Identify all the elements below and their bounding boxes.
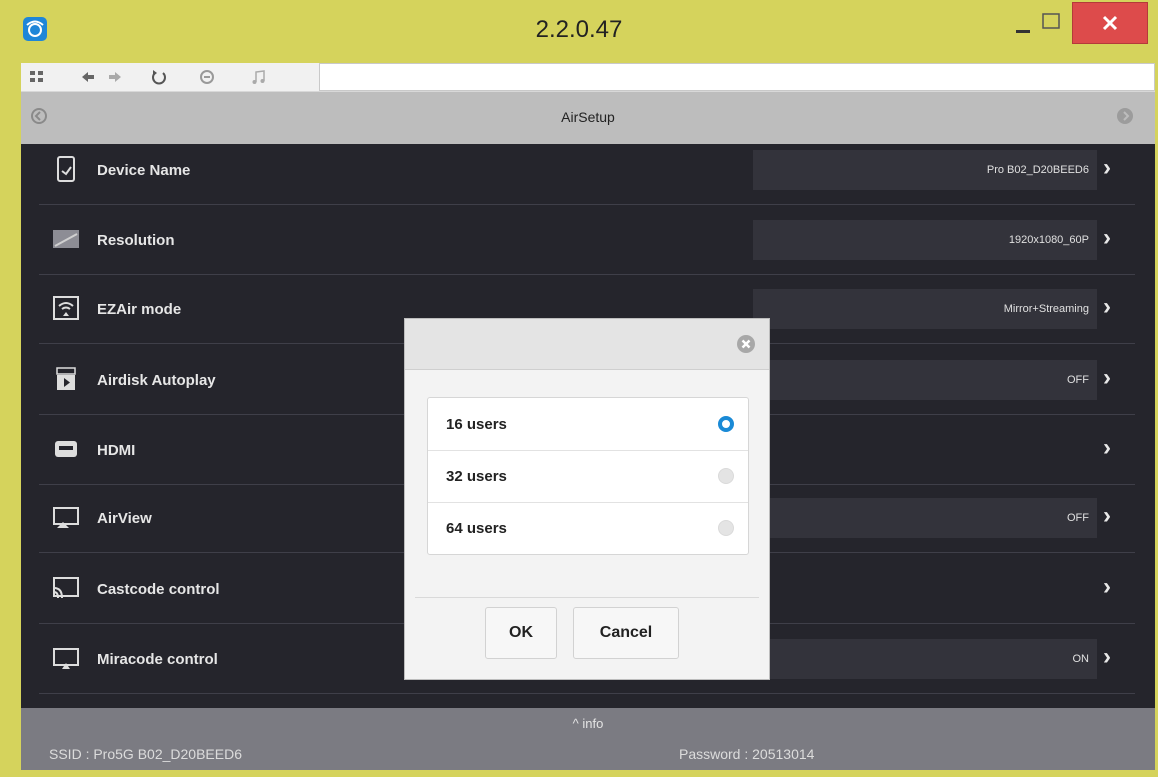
close-circle-icon[interactable] <box>735 333 757 355</box>
toolbar <box>21 63 1155 92</box>
screen-cast-icon <box>53 648 79 669</box>
stop-icon[interactable] <box>197 67 217 87</box>
close-icon <box>1102 15 1118 31</box>
password-text: Password : 20513014 <box>679 746 815 762</box>
music-note-icon[interactable] <box>249 67 269 87</box>
ssid-text: SSID : Pro5G B02_D20BEED6 <box>49 746 242 762</box>
setting-value[interactable]: ON <box>753 639 1097 679</box>
option-32-users[interactable]: 32 users <box>428 450 748 503</box>
option-label: 16 users <box>446 416 507 433</box>
close-window-button[interactable] <box>1072 2 1148 44</box>
users-dialog: 16 users 32 users 64 users OK Cancel <box>404 318 770 680</box>
device-phone-icon <box>57 156 75 182</box>
cancel-button[interactable]: Cancel <box>573 607 679 659</box>
option-64-users[interactable]: 64 users <box>428 502 748 554</box>
setting-label: Castcode control <box>97 581 220 598</box>
setting-label: Miracode control <box>97 651 218 668</box>
forward-arrow-icon[interactable] <box>105 67 125 87</box>
chevron-right-icon: › <box>1103 293 1111 320</box>
airview-icon <box>53 507 79 528</box>
setting-label: Airdisk Autoplay <box>97 372 216 389</box>
divider <box>415 597 759 598</box>
info-toggle[interactable]: ^ info <box>21 716 1155 731</box>
forward-circle-icon[interactable] <box>1113 104 1137 128</box>
grid-menu-icon[interactable] <box>27 67 47 87</box>
monitor-icon <box>53 230 79 248</box>
wifi-screen-icon <box>53 296 79 320</box>
option-16-users[interactable]: 16 users <box>428 398 748 451</box>
chevron-right-icon: › <box>1103 573 1111 600</box>
option-label: 32 users <box>446 468 507 485</box>
app-window: 2.2.0.47 AirSetup Device Name Pro B02_D2… <box>0 0 1158 777</box>
setting-label: Device Name <box>97 162 191 179</box>
maximize-icon[interactable] <box>1037 8 1065 36</box>
option-label: 64 users <box>446 520 507 537</box>
chevron-right-icon: › <box>1103 434 1111 461</box>
user-count-options: 16 users 32 users 64 users <box>427 397 749 555</box>
hdmi-icon <box>55 441 77 457</box>
minimize-icon[interactable] <box>1012 14 1038 40</box>
ok-button[interactable]: OK <box>485 607 557 659</box>
setting-value[interactable]: OFF <box>753 360 1097 400</box>
setting-label: EZAir mode <box>97 301 182 318</box>
refresh-icon[interactable] <box>149 67 169 87</box>
setting-value[interactable]: OFF <box>753 498 1097 538</box>
chevron-right-icon: › <box>1103 502 1111 529</box>
radio-unselected[interactable] <box>718 520 734 536</box>
info-footer: ^ info SSID : Pro5G B02_D20BEED6 Passwor… <box>21 708 1155 770</box>
setting-label: AirView <box>97 510 152 527</box>
radio-selected[interactable] <box>718 416 734 432</box>
dialog-header <box>405 319 769 370</box>
back-arrow-icon[interactable] <box>78 67 98 87</box>
chevron-right-icon: › <box>1103 154 1111 181</box>
play-disk-icon <box>56 367 76 390</box>
url-input[interactable] <box>319 63 1155 91</box>
setting-value[interactable]: Pro B02_D20BEED6 <box>753 150 1097 190</box>
setting-row-device-name[interactable]: Device Name Pro B02_D20BEED6 › <box>39 136 1135 205</box>
setting-value[interactable]: 1920x1080_60P <box>753 220 1097 260</box>
page-title: AirSetup <box>561 109 615 125</box>
radio-unselected[interactable] <box>718 468 734 484</box>
setting-value[interactable]: Mirror+Streaming <box>753 289 1097 329</box>
chevron-right-icon: › <box>1103 643 1111 670</box>
window-title: 2.2.0.47 <box>535 16 623 43</box>
chevron-right-icon: › <box>1103 364 1111 391</box>
setting-label: HDMI <box>97 442 136 459</box>
setting-label: Resolution <box>97 232 175 249</box>
chevron-right-icon: › <box>1103 224 1111 251</box>
title-bar: 2.2.0.47 <box>0 0 1158 60</box>
setting-row-resolution[interactable]: Resolution 1920x1080_60P › <box>39 206 1135 275</box>
cast-icon <box>53 577 79 599</box>
